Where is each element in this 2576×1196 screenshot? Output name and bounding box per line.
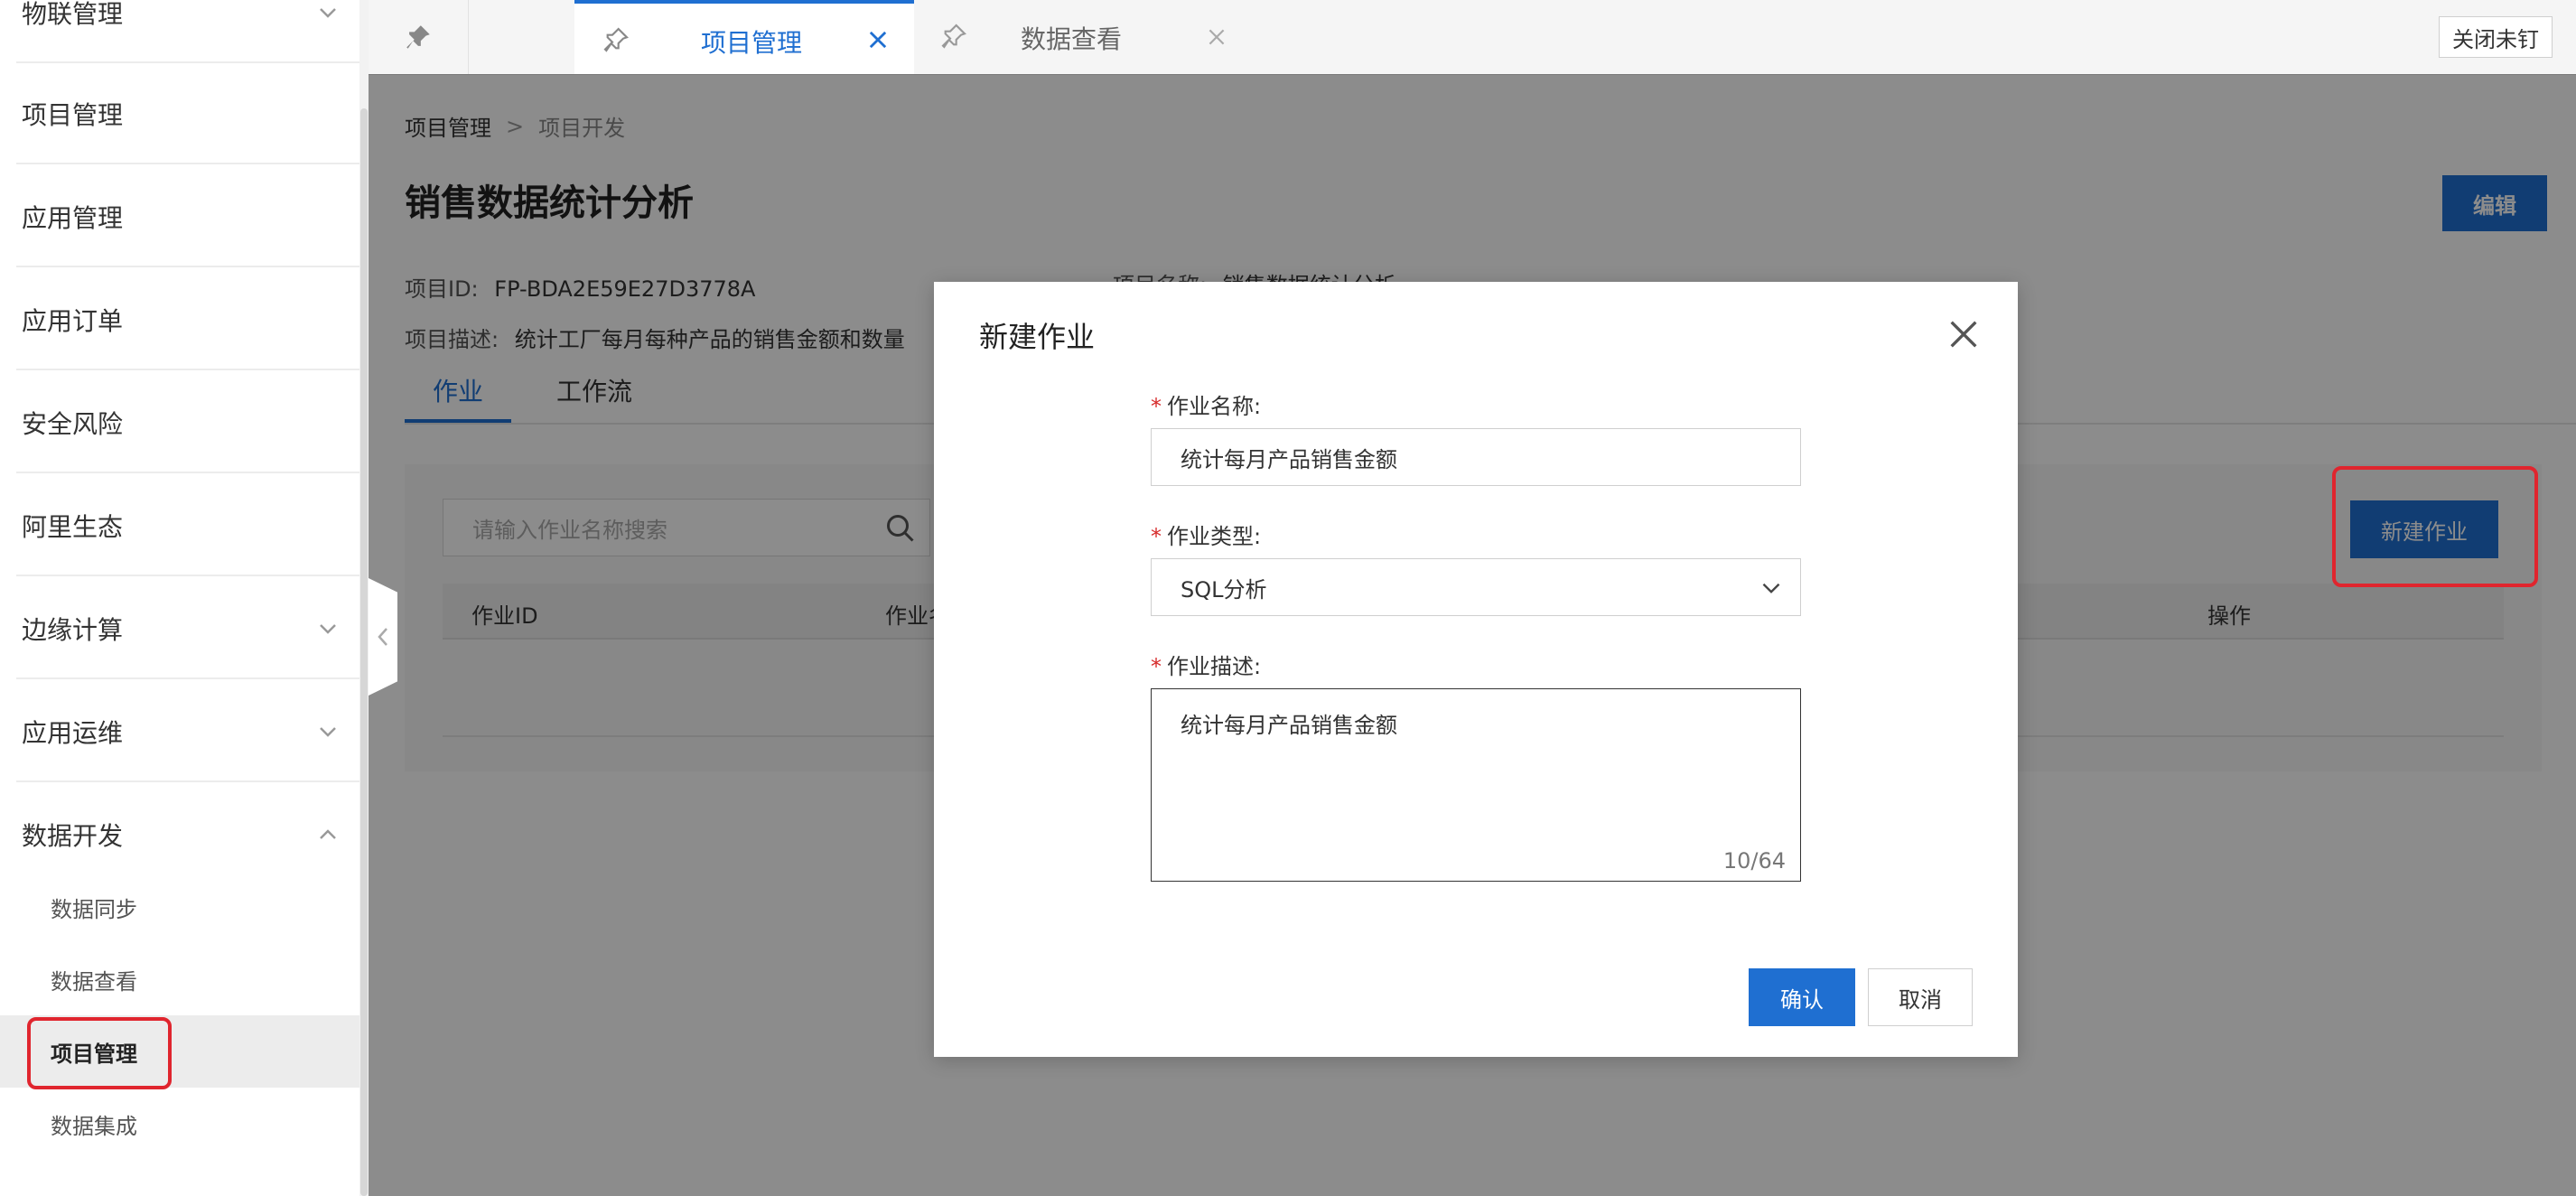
new-job-dialog: 新建作业 * 作业名称: 统计每月产品销售金额 * 作业类型: SQL分析 * 作业描… bbox=[934, 282, 2018, 1057]
required-mark: * bbox=[1151, 394, 1162, 419]
pin-tab[interactable] bbox=[369, 0, 469, 74]
job-name-value: 统计每月产品销售金额 bbox=[1181, 446, 1397, 472]
job-desc-value: 统计每月产品销售金额 bbox=[1181, 713, 1397, 738]
sidebar-item-label: 应用管理 bbox=[22, 203, 124, 233]
job-desc-label: * 作业描述: bbox=[1151, 654, 1262, 679]
sidebar-item-label: 阿里生态 bbox=[22, 512, 124, 542]
sidebar-item-label: 应用运维 bbox=[22, 718, 124, 748]
sidebar-item-orders[interactable]: 应用订单 bbox=[0, 269, 359, 370]
sidebar-item-label: 安全风险 bbox=[22, 409, 124, 439]
sidebar-subitem-data-integration[interactable]: 数据集成 bbox=[0, 1088, 359, 1160]
close-icon[interactable] bbox=[865, 27, 891, 52]
required-mark: * bbox=[1151, 524, 1162, 549]
pin-outline-icon[interactable] bbox=[602, 25, 630, 54]
job-type-label: * 作业类型: bbox=[1151, 524, 1262, 549]
job-name-label: * 作业名称: bbox=[1151, 394, 1262, 419]
sidebar-subitem-data-view[interactable]: 数据查看 bbox=[0, 943, 359, 1015]
tab-data-view[interactable]: 数据查看 bbox=[914, 0, 1254, 74]
sidebar-subitem-label: 数据查看 bbox=[51, 968, 137, 995]
sidebar-item-label: 项目管理 bbox=[22, 100, 124, 130]
chevron-down-icon bbox=[320, 8, 336, 18]
sidebar-item-ecosystem[interactable]: 阿里生态 bbox=[0, 475, 359, 576]
sidebar-item-app[interactable]: 应用管理 bbox=[0, 166, 359, 267]
sidebar-subitem-data-sync[interactable]: 数据同步 bbox=[0, 871, 359, 943]
sidebar-collapse-handle[interactable] bbox=[369, 578, 397, 696]
tab-project-mgmt[interactable]: 项目管理 bbox=[574, 0, 914, 74]
close-icon[interactable] bbox=[1205, 25, 1228, 49]
tab-label: 项目管理 bbox=[701, 28, 803, 58]
dialog-title: 新建作业 bbox=[979, 320, 1096, 354]
tab-label: 数据查看 bbox=[1021, 24, 1123, 54]
sidebar-item-security[interactable]: 安全风险 bbox=[0, 372, 359, 473]
chevron-up-icon bbox=[320, 829, 336, 839]
confirm-button[interactable]: 确认 bbox=[1749, 968, 1855, 1026]
tab-bar: 项目管理 数据查看 关闭未钉 bbox=[369, 0, 2576, 75]
sidebar-item-label: 物联管理 bbox=[22, 0, 124, 29]
char-count: 10/64 bbox=[1722, 848, 1786, 874]
pin-icon bbox=[406, 25, 430, 49]
sidebar-item-edge[interactable]: 边缘计算 bbox=[0, 578, 359, 679]
sidebar-item-label: 数据开发 bbox=[22, 821, 124, 851]
sidebar-scrollbar-thumb[interactable] bbox=[360, 108, 368, 1196]
chevron-left-icon bbox=[378, 628, 387, 646]
highlight-box-sidebar bbox=[27, 1017, 172, 1089]
sidebar-item-label: 边缘计算 bbox=[22, 615, 124, 645]
required-mark: * bbox=[1151, 654, 1162, 679]
close-icon[interactable] bbox=[1946, 316, 1982, 352]
chevron-down-icon bbox=[320, 727, 336, 737]
sidebar-item-label: 应用订单 bbox=[22, 306, 124, 336]
chevron-down-icon bbox=[1762, 583, 1780, 593]
job-type-value: SQL分析 bbox=[1181, 576, 1267, 603]
sidebar-item-ops[interactable]: 应用运维 bbox=[0, 681, 359, 782]
job-type-select[interactable]: SQL分析 bbox=[1151, 558, 1801, 616]
chevron-down-icon bbox=[320, 624, 336, 634]
sidebar: 物联管理 项目管理 应用管理 应用订单 安全风险 阿里生态 边缘计算 应用运维 … bbox=[0, 0, 360, 1196]
job-name-input[interactable]: 统计每月产品销售金额 bbox=[1151, 428, 1801, 486]
cancel-button[interactable]: 取消 bbox=[1868, 968, 1973, 1026]
close-unpinned-button[interactable]: 关闭未钉 bbox=[2439, 16, 2553, 58]
pin-outline-icon[interactable] bbox=[939, 22, 968, 51]
sidebar-item-project[interactable]: 项目管理 bbox=[0, 63, 359, 164]
job-desc-textarea[interactable]: 统计每月产品销售金额 10/64 bbox=[1151, 688, 1801, 882]
sidebar-subitem-label: 数据集成 bbox=[51, 1113, 137, 1139]
sidebar-subitem-label: 数据同步 bbox=[51, 896, 137, 922]
highlight-box-new-job bbox=[2332, 466, 2538, 587]
sidebar-item-iot[interactable]: 物联管理 bbox=[0, 0, 359, 63]
